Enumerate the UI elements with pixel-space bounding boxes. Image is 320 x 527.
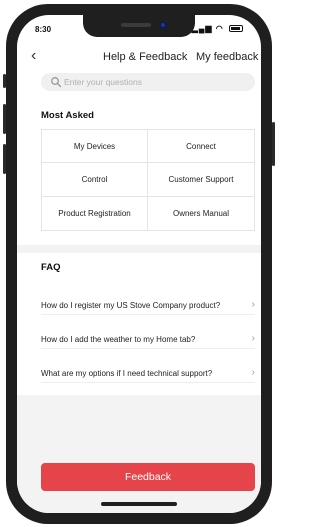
most-asked-title: Most Asked — [41, 110, 94, 121]
most-asked-control[interactable]: Control — [42, 163, 148, 197]
most-asked-my-devices[interactable]: My Devices — [42, 130, 148, 164]
faq-item[interactable]: How do I register my US Stove Company pr… — [41, 297, 255, 315]
status-time: 8:30 — [35, 25, 52, 34]
most-asked-connect[interactable]: Connect — [148, 130, 254, 164]
most-asked-grid: My Devices Connect Control Customer Supp… — [41, 129, 255, 231]
faq-item[interactable]: What are my options if I need technical … — [41, 365, 255, 383]
section-divider — [17, 245, 261, 253]
faq-question: How do I add the weather to my Home tab? — [41, 335, 196, 344]
faq-title: FAQ — [41, 262, 61, 273]
phone-screen: 8:30 ▂▄▆ ◠ ‹ Help & Feedback My feedback… — [17, 15, 261, 513]
most-asked-product-registration[interactable]: Product Registration — [42, 196, 148, 230]
search-icon — [51, 77, 62, 88]
my-feedback-link[interactable]: My feedback — [196, 51, 258, 63]
faq-item[interactable]: How do I add the weather to my Home tab?… — [41, 331, 255, 349]
app-header: ‹ Help & Feedback My feedback — [17, 45, 261, 67]
search-input[interactable]: Enter your questions — [41, 73, 255, 91]
chevron-left-icon[interactable]: ‹ — [31, 48, 36, 64]
wifi-icon: ◠ — [215, 24, 224, 33]
volume-up-button — [3, 104, 6, 134]
footer-background — [17, 395, 261, 513]
most-asked-owners-manual[interactable]: Owners Manual — [148, 197, 254, 230]
feedback-button[interactable]: Feedback — [41, 463, 255, 491]
home-indicator — [101, 502, 177, 506]
speaker-grille — [121, 23, 151, 27]
phone-frame: 8:30 ▂▄▆ ◠ ‹ Help & Feedback My feedback… — [3, 4, 275, 524]
chevron-right-icon: › — [251, 299, 255, 310]
chevron-right-icon: › — [251, 333, 255, 344]
page-title: Help & Feedback — [103, 51, 188, 63]
notch — [83, 15, 195, 37]
mute-switch — [3, 74, 6, 88]
status-indicators: ▂▄▆ ◠ — [192, 24, 243, 33]
chevron-right-icon: › — [251, 367, 255, 378]
battery-icon — [229, 25, 243, 33]
faq-question: How do I register my US Stove Company pr… — [41, 301, 221, 310]
volume-down-button — [3, 144, 6, 174]
front-camera — [159, 21, 167, 29]
search-placeholder: Enter your questions — [64, 77, 142, 87]
power-button — [272, 122, 275, 166]
most-asked-customer-support[interactable]: Customer Support — [148, 163, 254, 197]
faq-question: What are my options if I need technical … — [41, 369, 213, 378]
